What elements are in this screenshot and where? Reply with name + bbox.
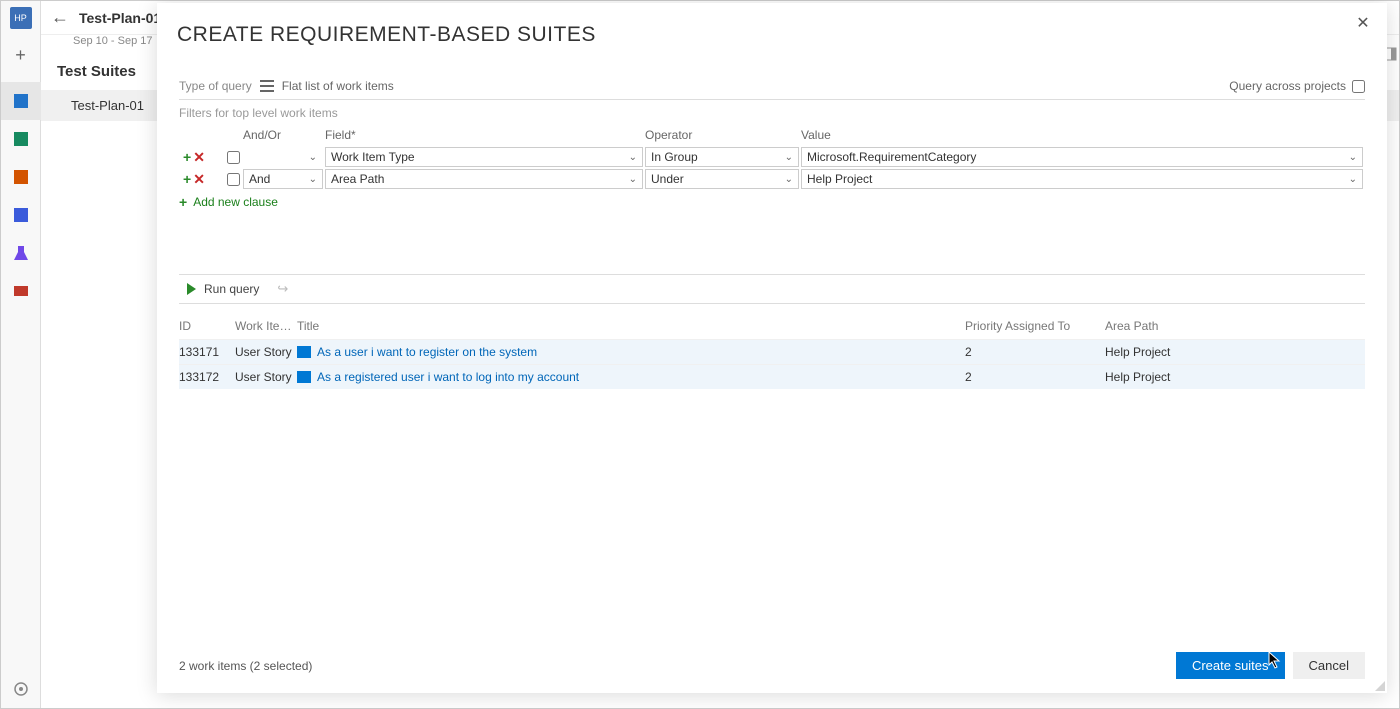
- col-value: Value: [801, 128, 1365, 142]
- result-row[interactable]: 133172 User Story As a registered user i…: [179, 364, 1365, 389]
- resize-grip[interactable]: [1373, 679, 1385, 691]
- flat-list-icon: [260, 80, 274, 92]
- clause-checkbox[interactable]: [227, 173, 240, 186]
- nav-item-boards[interactable]: [1, 120, 41, 158]
- chevron-down-icon: ⌄: [1349, 174, 1357, 185]
- selection-status: 2 work items (2 selected): [179, 659, 312, 673]
- query-type-label: Type of query: [179, 79, 252, 93]
- run-query-icon[interactable]: [187, 283, 196, 295]
- nav-item-test-plans[interactable]: [1, 234, 41, 272]
- artifacts-icon: [12, 282, 30, 300]
- add-icon[interactable]: +: [15, 45, 26, 66]
- chevron-down-icon: ⌄: [309, 174, 317, 185]
- query-across-checkbox[interactable]: [1352, 80, 1365, 93]
- insert-clause-icon[interactable]: +: [183, 171, 191, 187]
- cell-priority: 2: [965, 370, 1005, 384]
- operator-dropdown[interactable]: Under⌄: [645, 169, 799, 189]
- cell-id: 133171: [179, 345, 235, 359]
- col-work-item-type: Work Item...: [235, 319, 297, 333]
- create-suites-dialog: ✕ CREATE REQUIREMENT-BASED SUITES Type o…: [157, 3, 1387, 693]
- cell-area: Help Project: [1105, 345, 1365, 359]
- left-nav-rail: HP +: [1, 1, 41, 708]
- dialog-title: CREATE REQUIREMENT-BASED SUITES: [157, 3, 1387, 59]
- value-dropdown[interactable]: Microsoft.RequirementCategory⌄: [801, 147, 1363, 167]
- redo-icon[interactable]: ↪: [277, 281, 288, 297]
- query-type-value: Flat list of work items: [282, 79, 394, 93]
- cell-wit: User Story: [235, 345, 297, 359]
- cell-wit: User Story: [235, 370, 297, 384]
- col-area: Area Path: [1105, 319, 1365, 333]
- settings-icon[interactable]: [1, 670, 41, 708]
- filters-label: Filters for top level work items: [179, 100, 1365, 124]
- col-title: Title: [297, 319, 965, 333]
- cell-id: 133172: [179, 370, 235, 384]
- col-operator: Operator: [645, 128, 801, 142]
- create-suites-button[interactable]: Create suites: [1176, 652, 1285, 679]
- col-field: Field*: [325, 128, 645, 142]
- nav-item-artifacts[interactable]: [1, 272, 41, 310]
- andor-dropdown[interactable]: And⌄: [243, 169, 323, 189]
- user-story-icon: [297, 371, 311, 383]
- col-priority: Priority: [965, 319, 1005, 333]
- test-plans-icon: [12, 244, 30, 262]
- work-item-link[interactable]: As a registered user i want to log into …: [317, 370, 579, 384]
- operator-dropdown[interactable]: In Group⌄: [645, 147, 799, 167]
- close-icon[interactable]: ✕: [1351, 11, 1375, 35]
- field-dropdown[interactable]: Work Item Type⌄: [325, 147, 643, 167]
- plus-icon: +: [179, 194, 187, 210]
- insert-clause-icon[interactable]: +: [183, 149, 191, 165]
- work-item-link[interactable]: As a user i want to register on the syst…: [317, 345, 537, 359]
- add-new-clause[interactable]: + Add new clause: [179, 194, 1365, 210]
- nav-item-pipelines[interactable]: [1, 196, 41, 234]
- cell-priority: 2: [965, 345, 1005, 359]
- clause-checkbox[interactable]: [227, 151, 240, 164]
- cancel-button[interactable]: Cancel: [1293, 652, 1365, 679]
- query-across-label: Query across projects: [1229, 79, 1346, 93]
- chevron-down-icon: ⌄: [309, 152, 317, 163]
- repos-icon: [12, 168, 30, 186]
- chevron-down-icon: ⌄: [1349, 152, 1357, 163]
- col-andor: And/Or: [243, 128, 325, 142]
- project-badge[interactable]: HP: [10, 7, 32, 29]
- nav-item-dashboards[interactable]: [1, 82, 41, 120]
- dashboards-icon: [12, 92, 30, 110]
- value-dropdown[interactable]: Help Project⌄: [801, 169, 1363, 189]
- col-assigned: Assigned To: [1005, 319, 1105, 333]
- chevron-down-icon: ⌄: [629, 174, 637, 185]
- user-story-icon: [297, 346, 311, 358]
- nav-item-repos[interactable]: [1, 158, 41, 196]
- back-arrow-icon[interactable]: ←: [51, 7, 69, 28]
- andor-dropdown[interactable]: ⌄: [243, 147, 323, 167]
- cell-area: Help Project: [1105, 370, 1365, 384]
- run-query-button[interactable]: Run query: [204, 282, 259, 296]
- remove-clause-icon[interactable]: ✕: [193, 149, 205, 166]
- boards-icon: [12, 130, 30, 148]
- chevron-down-icon: ⌄: [785, 174, 793, 185]
- query-across-projects[interactable]: Query across projects: [1229, 79, 1365, 93]
- remove-clause-icon[interactable]: ✕: [193, 171, 205, 188]
- clause-row: + ✕ ⌄ Work Item Type⌄ In Group⌄ Microsof…: [179, 146, 1365, 168]
- chevron-down-icon: ⌄: [785, 152, 793, 163]
- page-title: Test-Plan-01: [79, 10, 161, 26]
- chevron-down-icon: ⌄: [629, 152, 637, 163]
- field-dropdown[interactable]: Area Path⌄: [325, 169, 643, 189]
- result-row[interactable]: 133171 User Story As a user i want to re…: [179, 339, 1365, 364]
- pipelines-icon: [12, 206, 30, 224]
- col-id: ID: [179, 319, 235, 333]
- add-clause-label: Add new clause: [193, 195, 278, 209]
- clause-row: + ✕ And⌄ Area Path⌄ Under⌄ Help Project⌄: [179, 168, 1365, 190]
